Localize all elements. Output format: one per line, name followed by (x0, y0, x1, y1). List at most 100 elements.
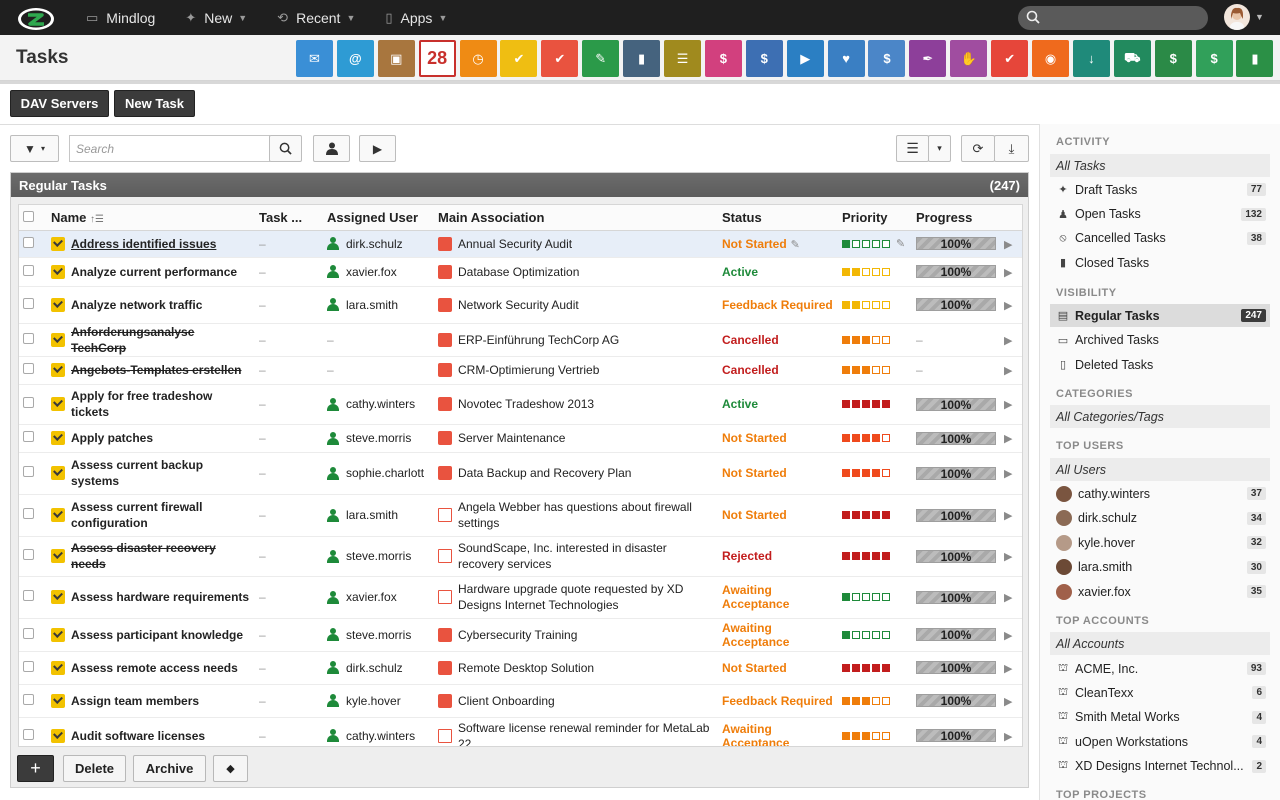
tasks-app-icon[interactable]: ✔ (500, 40, 538, 77)
row-checkbox[interactable] (23, 264, 34, 276)
table-row[interactable]: Anforderungsanalyse TechCorp – – ERP-Einfüh… (19, 323, 1022, 357)
refresh-button[interactable]: ⟳ (961, 135, 995, 162)
mail-app-icon[interactable]: ✉ (296, 40, 333, 77)
row-checkbox[interactable] (23, 236, 34, 248)
association-link[interactable]: Annual Security Audit (458, 236, 572, 252)
priority-indicator[interactable] (842, 434, 908, 442)
tag-button[interactable]: ◆ (213, 755, 248, 782)
table-row[interactable]: Assess current firewall configuration – la… (19, 494, 1022, 537)
app-logo[interactable] (16, 4, 56, 32)
association-link[interactable]: Angela Webber has questions about firewa… (458, 499, 714, 531)
task-name-link[interactable]: Audit software licenses (71, 728, 251, 744)
table-row[interactable]: Address identified issues – dirk.schulz Ann… (19, 230, 1022, 258)
priority-indicator[interactable] (842, 267, 908, 276)
sidebar-item-account[interactable]: ⛫ Smith Metal Works 4 (1050, 706, 1270, 729)
deals-app-icon[interactable]: ✋ (950, 40, 988, 77)
task-name-link[interactable]: Angebots-Templates erstellen (71, 362, 251, 378)
column-user[interactable]: Assigned User (323, 205, 434, 231)
user-link[interactable]: xavier.fox (346, 265, 397, 279)
nav-apps[interactable]: ▯ Apps ▼ (385, 10, 447, 26)
association-link[interactable]: Novotec Tradeshow 2013 (458, 396, 594, 412)
sidebar-item-user[interactable]: xavier.fox 35 (1050, 580, 1270, 603)
support-app-icon[interactable]: ♥ (827, 40, 865, 77)
row-checkbox[interactable] (23, 508, 34, 519)
association-link[interactable]: SoundScape, Inc. interested in disaster … (458, 540, 714, 572)
user-link[interactable]: lara.smith (346, 298, 398, 312)
shop-app-icon[interactable]: ⛟ (1113, 40, 1151, 77)
view-options-dropdown[interactable]: ▾ (928, 135, 951, 162)
association-link[interactable]: Software license renewal reminder for Me… (458, 720, 714, 747)
flag-icon[interactable]: ▶ (1004, 663, 1012, 675)
export-button[interactable]: ⤓ (994, 135, 1029, 162)
nav-new[interactable]: ✦ New ▼ (185, 10, 247, 26)
cash-app-icon[interactable]: $ (1154, 40, 1192, 77)
calendar-app-icon[interactable]: 28 (418, 40, 456, 77)
association-link[interactable]: CRM-Optimierung Vertrieb (458, 362, 599, 378)
user-link[interactable]: steve.morris (346, 549, 411, 563)
row-checkbox[interactable] (23, 297, 34, 309)
row-checkbox[interactable] (23, 660, 34, 672)
association-link[interactable]: Data Backup and Recovery Plan (458, 465, 631, 481)
table-row[interactable]: Assess hardware requirements – xavier.fox H… (19, 576, 1022, 619)
sidebar-item-all-categories[interactable]: All Categories/Tags (1050, 405, 1270, 428)
sidebar-item-account[interactable]: ⛫ ACME, Inc. 93 (1050, 657, 1270, 680)
flag-filter-button[interactable]: ▶ (359, 135, 396, 162)
table-row[interactable]: Angebots-Templates erstellen – – CRM-Optimi… (19, 356, 1022, 385)
association-link[interactable]: ERP-Einführung TechCorp AG (458, 332, 619, 348)
priority-indicator[interactable] (842, 469, 908, 477)
row-checkbox[interactable] (23, 397, 34, 408)
user-link[interactable]: sophie.charlott (346, 466, 424, 480)
sidebar-item-user[interactable]: dirk.schulz 34 (1050, 507, 1270, 530)
row-checkbox[interactable] (23, 728, 34, 740)
archive-button[interactable]: Archive (133, 755, 206, 782)
flag-icon[interactable]: ▶ (1004, 267, 1012, 279)
priority-indicator[interactable]: ✎ (842, 237, 908, 250)
nav-mindlog[interactable]: ▭ Mindlog (86, 10, 155, 26)
shipping-app-icon[interactable]: ▶ (786, 40, 824, 77)
priority-indicator[interactable] (842, 663, 908, 672)
filter-dropdown[interactable]: ▼ ▾ (10, 135, 59, 162)
sidebar-item-all-users[interactable]: All Users (1050, 458, 1270, 481)
edit-icon[interactable]: ✎ (896, 237, 905, 250)
association-link[interactable]: Client Onboarding (458, 693, 555, 709)
priority-indicator[interactable] (842, 630, 908, 639)
task-name-link[interactable]: Analyze network traffic (71, 297, 251, 313)
flag-icon[interactable]: ▶ (1004, 365, 1012, 377)
chevron-down-icon[interactable]: ▼ (1255, 12, 1264, 22)
contacts-app-icon[interactable]: ▣ (377, 40, 415, 77)
task-name-link[interactable]: Assess hardware requirements (71, 589, 251, 605)
flag-icon[interactable]: ▶ (1004, 630, 1012, 642)
priority-indicator[interactable] (842, 366, 908, 374)
task-name-link[interactable]: Assess current firewall configuration (71, 499, 251, 531)
association-link[interactable]: Network Security Audit (458, 297, 579, 313)
row-checkbox[interactable] (23, 466, 34, 477)
sidebar-item-user[interactable]: kyle.hover 32 (1050, 531, 1270, 554)
user-link[interactable]: cathy.winters (346, 397, 415, 411)
flag-icon[interactable]: ▶ (1004, 592, 1012, 604)
row-checkbox[interactable] (23, 431, 34, 442)
user-link[interactable]: lara.smith (346, 508, 398, 522)
table-row[interactable]: Analyze current performance – xavier.fox Da… (19, 257, 1022, 287)
column-association[interactable]: Main Association (434, 205, 718, 231)
user-link[interactable]: steve.morris (346, 431, 411, 445)
user-link[interactable]: dirk.schulz (346, 237, 403, 251)
row-checkbox[interactable] (23, 693, 34, 705)
column-name[interactable]: Name ↑☰ (47, 205, 255, 231)
table-row[interactable]: Apply patches – steve.morris Server Mainten… (19, 424, 1022, 453)
finance-app-icon[interactable]: $ (745, 40, 783, 77)
sidebar-item-visibility[interactable]: ▤ Regular Tasks 247 (1050, 304, 1270, 327)
row-checkbox[interactable] (23, 332, 34, 344)
nav-recent[interactable]: ⟲ Recent ▼ (277, 10, 355, 26)
user-avatar[interactable] (1224, 4, 1250, 30)
association-link[interactable]: Database Optimization (458, 264, 579, 280)
notes-app-icon[interactable]: ✎ (582, 40, 620, 77)
helpdesk-app-icon[interactable]: $ (704, 40, 742, 77)
column-progress[interactable]: Progress (912, 205, 1000, 231)
user-link[interactable]: xavier.fox (346, 590, 397, 604)
dav-servers-button[interactable]: DAV Servers (10, 90, 109, 117)
user-link[interactable]: dirk.schulz (346, 661, 403, 675)
table-row[interactable]: Assess disaster recovery needs – steve.mor… (19, 536, 1022, 577)
money-app-icon[interactable]: $ (868, 40, 906, 77)
priority-indicator[interactable] (842, 511, 908, 519)
new-task-button[interactable]: New Task (114, 90, 195, 117)
